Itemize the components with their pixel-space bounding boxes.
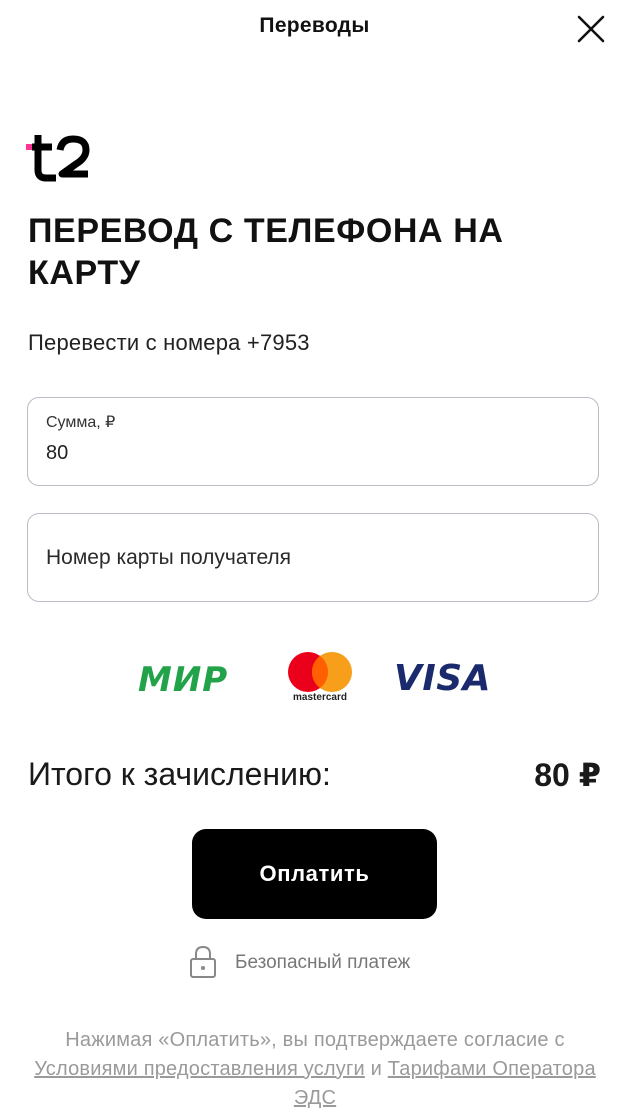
- page-title: ПЕРЕВОД С ТЕЛЕФОНА НА КАРТУ: [28, 212, 504, 292]
- sender-phone-label: Перевести с номера +7953: [28, 330, 310, 355]
- legal-prefix: Нажимая «Оплатить», вы подтверждаете сог…: [65, 1029, 565, 1051]
- terms-link[interactable]: Условиями предоставления услуги: [34, 1058, 365, 1080]
- total-label: Итого к зачислению:: [28, 756, 331, 792]
- legal-middle: и: [370, 1058, 382, 1080]
- amount-field-label: Сумма, ₽: [46, 414, 116, 431]
- legal-notice: Нажимая «Оплатить», вы подтверждаете сог…: [20, 1026, 610, 1113]
- payment-systems: МИР mastercard VISA: [0, 648, 629, 708]
- visa-logo: VISA: [394, 658, 492, 699]
- mir-logo: МИР: [138, 660, 229, 700]
- close-icon[interactable]: [574, 12, 608, 46]
- lock-icon: [190, 945, 216, 978]
- amount-field[interactable]: Сумма, ₽: [27, 397, 599, 486]
- amount-input[interactable]: [46, 442, 566, 465]
- card-number-field[interactable]: [27, 513, 599, 602]
- card-number-input[interactable]: [46, 546, 576, 570]
- t2-logo: [26, 135, 90, 182]
- mastercard-label: mastercard: [293, 692, 347, 703]
- page-header-title: Переводы: [259, 14, 370, 37]
- total-value: 80 ₽: [534, 757, 601, 793]
- secure-payment-label: Безопасный платеж: [235, 952, 411, 973]
- pay-button[interactable]: Оплатить: [192, 829, 437, 919]
